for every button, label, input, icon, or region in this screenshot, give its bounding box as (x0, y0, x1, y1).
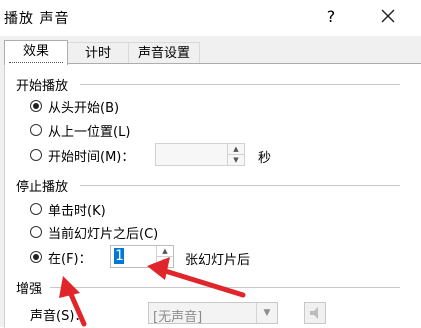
window-title: 播放 声音 (4, 11, 70, 27)
start-section-divider (80, 84, 400, 85)
slides-count-spinner[interactable]: 1 ▲ ▼ (110, 245, 174, 268)
start-time-spinner[interactable]: ▲ ▼ (155, 143, 245, 166)
sound-dropdown-value: [无声音] (153, 310, 203, 325)
tab-effect-label: 效果 (22, 44, 49, 59)
tab-effect[interactable]: 效果 (4, 40, 68, 65)
enhance-section-divider (50, 287, 400, 288)
slides-count-value[interactable]: 1 (114, 248, 125, 264)
tab-timing[interactable]: 计时 (66, 42, 130, 65)
slides-suffix-label: 张幻灯片后 (185, 253, 251, 268)
radio-indicator[interactable] (30, 149, 42, 161)
radio-on-click[interactable]: 单击时(K) (30, 199, 106, 219)
radio-from-last-position[interactable]: 从上一位置(L) (30, 120, 130, 140)
radio-label: 从上一位置(L) (48, 124, 131, 140)
help-button[interactable]: ? (320, 6, 342, 28)
stop-section-divider (80, 185, 400, 186)
chevron-down-icon[interactable]: ▼ (256, 303, 277, 323)
radio-indicator[interactable] (30, 203, 42, 215)
time-unit-label: 秒 (258, 151, 272, 166)
radio-indicator[interactable] (30, 100, 42, 112)
radio-from-beginning[interactable]: 从头开始(B) (30, 96, 119, 116)
enhance-section-title: 增强 (16, 282, 43, 297)
close-button[interactable] (376, 4, 400, 28)
speaker-icon (310, 307, 318, 319)
tab-timing-label: 计时 (84, 46, 111, 61)
radio-after-slides[interactable]: 在(F)： (30, 247, 92, 267)
radio-label: 在(F)： (48, 251, 92, 267)
spin-down-icon[interactable]: ▼ (157, 257, 173, 268)
volume-button[interactable] (304, 302, 326, 324)
spin-up-icon[interactable]: ▲ (228, 144, 244, 155)
spin-down-icon[interactable]: ▼ (228, 155, 244, 166)
tab-sound-settings-label: 声音设置 (137, 46, 190, 61)
sound-dropdown[interactable]: [无声音] ▼ (148, 302, 278, 325)
radio-label: 当前幻灯片之后(C) (48, 226, 159, 242)
radio-after-current-slide[interactable]: 当前幻灯片之后(C) (30, 222, 158, 242)
stop-section-title: 停止播放 (16, 180, 69, 195)
close-icon (381, 9, 395, 23)
radio-start-time[interactable]: 开始时间(M)： (30, 145, 134, 165)
sound-label: 声音(S)： (30, 309, 88, 324)
radio-label: 从头开始(B) (48, 100, 120, 116)
tab-sound-settings[interactable]: 声音设置 (128, 42, 200, 65)
title-bar: 播放 声音 ? (0, 0, 421, 36)
radio-indicator[interactable] (30, 226, 42, 238)
radio-indicator[interactable] (30, 251, 42, 263)
radio-indicator[interactable] (30, 124, 42, 136)
start-section-title: 开始播放 (16, 79, 69, 94)
radio-label: 开始时间(M)： (48, 149, 135, 165)
spin-up-icon[interactable]: ▲ (157, 246, 173, 257)
radio-label: 单击时(K) (48, 203, 106, 219)
